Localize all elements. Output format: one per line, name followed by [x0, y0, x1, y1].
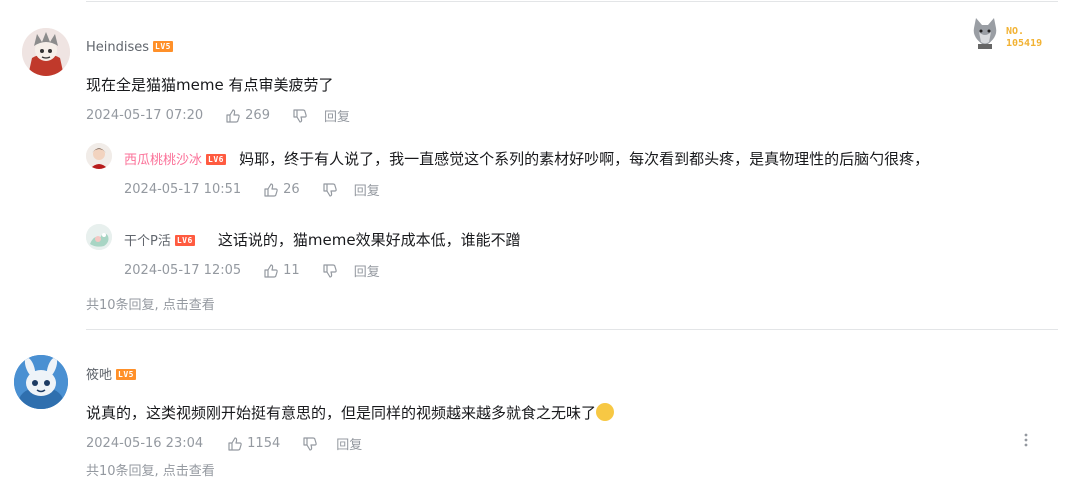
- comment-text: 说真的，这类视频刚开始挺有意思的，但是同样的视频越来越多就食之无味了: [86, 404, 597, 422]
- like-count: 11: [283, 263, 300, 278]
- username[interactable]: 筱吔: [86, 368, 112, 383]
- fan-badge-number: 105419: [1006, 38, 1043, 49]
- like-icon[interactable]: [263, 263, 279, 279]
- comment-meta: 2024-05-16 23:04 1154 回复: [86, 434, 362, 453]
- reply-button[interactable]: 回复: [324, 106, 350, 125]
- level-badge: LV5: [116, 369, 136, 380]
- level-badge: LV6: [206, 154, 226, 165]
- reply-avatar[interactable]: [86, 224, 112, 250]
- wolf-badge-icon: [973, 18, 997, 49]
- dislike-icon[interactable]: [322, 182, 338, 198]
- reply-meta: 2024-05-17 12:05 11 回复: [124, 261, 380, 280]
- level-badge: LV6: [174, 235, 195, 246]
- reply-username[interactable]: 干个P活: [124, 234, 171, 249]
- reply-text: 这话说的，猫meme效果好成本低，谁能不蹭: [217, 231, 521, 249]
- level-badge: LV5: [153, 41, 173, 52]
- timestamp: 2024-05-17 10:51: [124, 182, 242, 197]
- like-count: 269: [245, 108, 270, 123]
- reply-text: 妈耶，终于有人说了，我一直感觉这个系列的素材好吵啊，每次看到都头疼，是真物理性的…: [239, 150, 930, 168]
- comment-meta: 2024-05-17 07:20 269 回复: [86, 106, 350, 125]
- like-icon[interactable]: [227, 436, 243, 452]
- fan-badge-label: NO.: [1006, 26, 1025, 37]
- comment-divider: [86, 329, 1058, 330]
- avatar[interactable]: [22, 28, 70, 76]
- reply-button[interactable]: 回复: [336, 434, 362, 453]
- dislike-icon[interactable]: [302, 436, 318, 452]
- fan-badge: NO. 105419: [970, 16, 1052, 52]
- sweat-emoji-icon: 😣: [596, 403, 615, 421]
- username[interactable]: Heindises: [86, 40, 149, 55]
- dislike-icon[interactable]: [292, 108, 308, 124]
- like-count: 26: [283, 182, 300, 197]
- reply-button[interactable]: 回复: [354, 261, 380, 280]
- comment-header: Heindises LV5: [86, 36, 173, 55]
- timestamp: 2024-05-16 23:04: [86, 436, 204, 451]
- view-more-replies-link[interactable]: 共10条回复, 点击查看: [86, 294, 215, 313]
- reply-header: 西瓜桃桃沙冰 LV6 妈耶，终于有人说了，我一直感觉这个系列的素材好吵啊，每次看到…: [124, 148, 929, 169]
- reply-meta: 2024-05-17 10:51 26 回复: [124, 180, 380, 199]
- reply-avatar-image-icon: [86, 224, 112, 250]
- like-count: 1154: [247, 436, 281, 451]
- avatar[interactable]: [14, 355, 68, 409]
- timestamp: 2024-05-17 07:20: [86, 108, 204, 123]
- comment-text: 现在全是猫猫meme 有点审美疲劳了: [86, 76, 334, 94]
- view-more-replies-link[interactable]: 共10条回复, 点击查看: [86, 460, 215, 479]
- more-options-icon[interactable]: [1022, 432, 1030, 448]
- dislike-icon[interactable]: [322, 263, 338, 279]
- like-icon[interactable]: [225, 108, 241, 124]
- avatar-image-icon: [14, 355, 68, 409]
- reply-button[interactable]: 回复: [354, 180, 380, 199]
- reply-avatar[interactable]: [86, 143, 112, 169]
- like-icon[interactable]: [263, 182, 279, 198]
- comment-text-row: 说真的，这类视频刚开始挺有意思的，但是同样的视频越来越多就食之无味了😣: [86, 402, 615, 423]
- reply-username[interactable]: 西瓜桃桃沙冰: [124, 153, 202, 168]
- timestamp: 2024-05-17 12:05: [124, 263, 242, 278]
- top-divider: [86, 1, 1058, 2]
- reply-avatar-image-icon: [86, 143, 112, 169]
- comment-header: 筱吔 LV5: [86, 364, 136, 383]
- reply-header: 干个P活 LV6 这话说的，猫meme效果好成本低，谁能不蹭: [124, 229, 521, 250]
- avatar-image-icon: [22, 28, 70, 76]
